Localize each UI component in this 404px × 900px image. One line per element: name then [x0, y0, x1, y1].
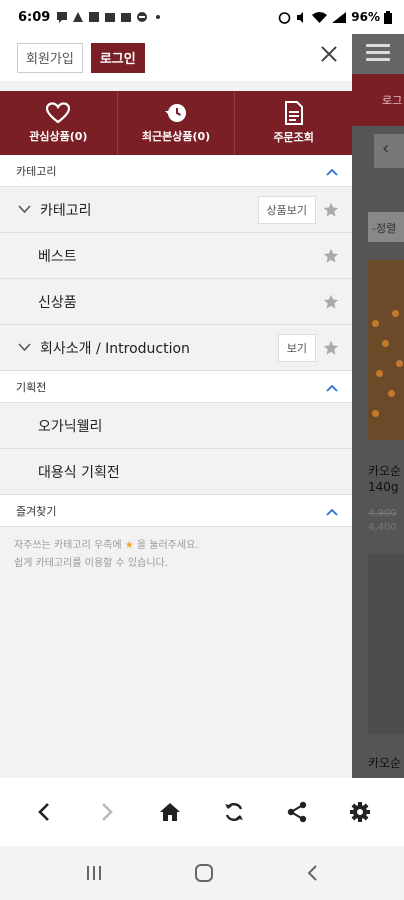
history-icon: [165, 104, 186, 122]
category-item[interactable]: 베스트: [0, 233, 352, 279]
home-button[interactable]: [150, 792, 190, 832]
category-item[interactable]: 카테고리 상품보기: [0, 187, 352, 233]
drawer-gap: [0, 81, 352, 91]
section-header-favorites[interactable]: 즐겨찾기: [0, 495, 352, 527]
battery-icon: [384, 10, 392, 24]
background-product-old-price: 4,900: [368, 508, 397, 519]
background-product-weight: 140g: [368, 480, 399, 494]
quick-item-wishlist[interactable]: 관심상품(0): [0, 91, 118, 155]
mail-icon: [121, 13, 132, 22]
section-header-promo[interactable]: 기획전: [0, 371, 352, 403]
quick-item-orders[interactable]: 주문조회: [235, 91, 352, 155]
category-item[interactable]: 회사소개 / Introduction 보기: [0, 325, 352, 371]
star-icon[interactable]: [323, 202, 339, 218]
category-item-label: 베스트: [38, 248, 77, 265]
signal-icon: [332, 11, 347, 23]
chevron-left-icon: [37, 803, 49, 821]
star-icon[interactable]: [323, 340, 339, 356]
document-icon: [284, 101, 303, 125]
refresh-icon: [224, 803, 243, 821]
quick-item-label: 최근본상품(0): [141, 130, 211, 143]
mail-icon: [105, 13, 116, 22]
back-button[interactable]: [24, 792, 64, 832]
background-product-image: [368, 260, 404, 440]
chevron-right-icon: [102, 803, 113, 821]
view-button[interactable]: 보기: [277, 334, 316, 362]
background-sort-select: -정렬: [368, 212, 404, 242]
star-icon[interactable]: [323, 248, 339, 264]
dot-icon: [156, 15, 161, 19]
background-header: [352, 34, 404, 74]
chevron-left-icon: ‹: [374, 134, 404, 168]
note-suffix: 을 눌러주세요.: [136, 540, 199, 551]
forward-button[interactable]: [87, 792, 127, 832]
section-title: 카테고리: [16, 164, 57, 178]
close-icon[interactable]: [318, 43, 340, 65]
note-prefix: 자주쓰는 카테고리 우측에: [14, 540, 122, 551]
promo-item-label: 대용식 기획전: [38, 464, 120, 481]
background-product-name-2: 카오순: [368, 756, 402, 770]
notification-icons: [56, 11, 164, 23]
quick-item-label: 주문조회: [273, 131, 314, 144]
chevron-down-icon[interactable]: [18, 342, 31, 352]
side-drawer: 회원가입 로그인 관심상품(0) 최근본상품(0) 주문조회 카테고리 카테고리…: [0, 34, 352, 778]
join-button[interactable]: 회원가입: [17, 42, 83, 73]
heart-icon: [46, 102, 71, 124]
background-page: 로그 ‹ -정렬 카오순 140g 4,900 4,400 카오순: [352, 34, 404, 778]
promo-item-label: 오가닉웰리: [38, 418, 103, 435]
quick-item-recent[interactable]: 최근본상품(0): [118, 91, 236, 155]
alarm-icon: [278, 11, 291, 24]
chevron-up-icon[interactable]: [326, 506, 338, 518]
status-bar: 6:09 96%: [0, 0, 404, 34]
alert-icon: [73, 12, 84, 22]
star-icon[interactable]: [323, 294, 339, 310]
recent-apps-icon[interactable]: [85, 864, 103, 882]
gear-icon: [350, 802, 371, 822]
favorites-note-line1: 자주쓰는 카테고리 우측에 ★ 을 눌러주세요.: [14, 537, 338, 555]
battery-percent: 96%: [351, 10, 380, 24]
chevron-up-icon[interactable]: [326, 166, 338, 178]
home-nav-icon[interactable]: [194, 863, 214, 883]
share-button[interactable]: [277, 792, 317, 832]
browser-toolbar: [0, 778, 404, 846]
quick-item-label: 관심상품(0): [29, 130, 88, 143]
android-nav-bar: [0, 846, 404, 900]
category-item-label: 신상품: [38, 294, 77, 311]
background-product-price: 4,400: [368, 522, 397, 533]
dash-icon: [137, 12, 148, 22]
background-product-image-2: [368, 554, 404, 734]
promo-item[interactable]: 대용식 기획전: [0, 449, 352, 495]
wifi-icon: [312, 11, 328, 23]
home-icon: [160, 803, 181, 821]
section-title: 기획전: [16, 380, 47, 394]
settings-button[interactable]: [340, 792, 380, 832]
background-login-bar: 로그: [352, 74, 404, 126]
refresh-button[interactable]: [214, 792, 254, 832]
category-item-label: 회사소개 / Introduction: [40, 340, 190, 357]
status-time: 6:09: [18, 9, 51, 25]
background-product-name: 카오순: [368, 464, 402, 478]
section-title: 즐겨찾기: [16, 504, 57, 518]
status-right: 96%: [278, 10, 392, 24]
drawer-header: 회원가입 로그인: [0, 34, 352, 81]
image-icon: [89, 12, 100, 22]
mute-icon: [297, 11, 304, 23]
star-icon: ★: [124, 540, 134, 551]
category-item-label: 카테고리: [40, 202, 92, 219]
chevron-up-icon[interactable]: [326, 382, 338, 394]
share-icon: [287, 801, 307, 823]
section-header-category[interactable]: 카테고리: [0, 155, 352, 187]
hamburger-icon: [366, 44, 390, 62]
favorites-note: 자주쓰는 카테고리 우측에 ★ 을 눌러주세요. 쉽게 카테고리를 이용할 수 …: [0, 527, 352, 583]
chat-icon: [57, 12, 68, 23]
login-button[interactable]: 로그인: [90, 42, 145, 73]
category-item[interactable]: 신상품: [0, 279, 352, 325]
promo-item[interactable]: 오가닉웰리: [0, 403, 352, 449]
chevron-down-icon[interactable]: [18, 204, 31, 214]
view-products-button[interactable]: 상품보기: [257, 196, 316, 224]
favorites-note-line2: 쉽게 카테고리를 이용할 수 있습니다.: [14, 558, 168, 569]
quick-menu: 관심상품(0) 최근본상품(0) 주문조회: [0, 91, 352, 155]
background-header-text: 로그: [382, 94, 403, 107]
back-nav-icon[interactable]: [305, 864, 319, 882]
